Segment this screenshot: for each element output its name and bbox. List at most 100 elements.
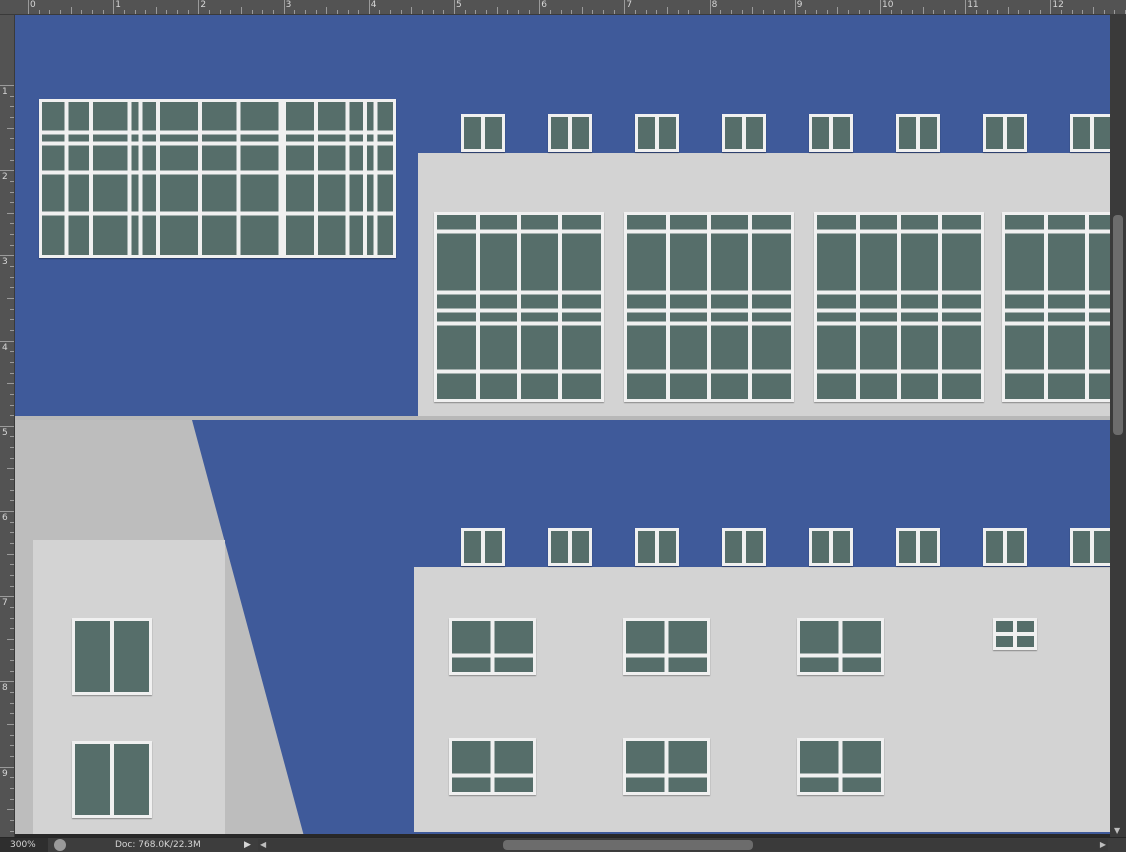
small-clerestory-window — [983, 114, 1027, 152]
left-ruler-tick — [10, 351, 14, 353]
upper-grid-window — [434, 212, 604, 402]
left-ruler-tick — [0, 170, 14, 172]
left-ruler-tick — [10, 148, 14, 150]
top-ruler-tick — [848, 10, 850, 14]
scroll-left-icon[interactable]: ◀ — [260, 841, 266, 849]
lower-window — [449, 618, 536, 675]
top-ruler-tick — [880, 0, 881, 14]
top-ruler-label: 7 — [626, 0, 633, 10]
top-ruler-tick — [454, 0, 455, 14]
top-ruler-tick — [379, 10, 381, 14]
top-ruler-tick — [70, 7, 72, 14]
top-ruler-tick — [816, 10, 818, 14]
zoom-level[interactable]: 300% — [0, 838, 48, 852]
top-ruler-tick — [443, 10, 445, 14]
left-ruler-tick — [10, 202, 14, 204]
left-ruler-tick — [10, 404, 14, 406]
small-clerestory-window — [548, 114, 592, 152]
top-ruler-tick — [198, 0, 200, 14]
top-ruler-label: 8 — [711, 0, 718, 10]
left-ruler-tick — [10, 606, 14, 608]
left-ruler[interactable]: 1 2 3 4 5 6 7 8 9 — [0, 15, 15, 843]
small-clerestory-window — [896, 114, 940, 152]
top-ruler-tick — [134, 10, 136, 14]
lower-window — [623, 618, 710, 675]
small-clerestory-window — [809, 528, 853, 566]
top-ruler-tick — [155, 7, 157, 14]
top-ruler-tick — [422, 10, 424, 14]
left-ruler-tick — [7, 383, 14, 385]
top-ruler-tick — [400, 10, 402, 14]
top-ruler-tick — [571, 10, 573, 14]
lower-window — [449, 738, 536, 795]
vertical-scroll-thumb[interactable] — [1113, 215, 1123, 435]
top-ruler-tick — [901, 10, 903, 14]
top-ruler-tick — [1071, 10, 1073, 14]
left-ruler-tick — [0, 340, 14, 342]
left-ruler-tick — [7, 553, 14, 555]
left-ruler-label: 8 — [2, 683, 8, 694]
top-ruler-tick — [91, 10, 93, 14]
doc-info: Doc: 768.0K/22.3M — [115, 840, 201, 850]
left-ruler-label: 5 — [2, 427, 8, 438]
top-ruler-tick — [1018, 10, 1020, 14]
small-clerestory-window — [983, 528, 1027, 566]
left-ruler-tick — [10, 106, 14, 108]
lower-window — [797, 618, 884, 675]
top-ruler-label: 11 — [967, 0, 979, 10]
left-ruler-tick — [10, 542, 14, 544]
top-ruler-tick — [336, 10, 338, 14]
top-ruler-tick — [986, 10, 988, 14]
left-ruler-tick — [10, 745, 14, 747]
top-ruler-tick — [677, 10, 679, 14]
left-ruler-tick — [10, 798, 14, 800]
left-ruler-tick — [10, 95, 14, 97]
horizontal-scroll-thumb[interactable] — [503, 840, 753, 850]
document-canvas[interactable] — [15, 15, 1110, 834]
left-ruler-label: 3 — [2, 257, 8, 268]
small-clerestory-window — [548, 528, 592, 566]
top-ruler-label: 10 — [882, 0, 894, 10]
horizontal-scrollbar[interactable]: ◀ ▶ — [258, 839, 1108, 851]
document-status-icon[interactable] — [54, 839, 66, 851]
top-ruler[interactable]: 0 1 2 3 4 5 6 7 8 9 10 11 12 — [0, 0, 1126, 15]
top-ruler-tick — [49, 10, 51, 14]
top-ruler-tick — [283, 0, 285, 14]
left-ruler-tick — [7, 212, 14, 214]
left-ruler-tick — [10, 319, 14, 321]
left-ruler-tick — [10, 692, 14, 694]
small-clerestory-window — [809, 114, 853, 152]
left-ruler-label: 7 — [2, 598, 8, 609]
vertical-scrollbar[interactable]: ▼ — [1110, 15, 1126, 837]
left-ruler-tick — [10, 830, 14, 832]
top-ruler-tick — [698, 10, 700, 14]
top-ruler-tick — [635, 10, 637, 14]
top-ruler-tick — [28, 0, 29, 14]
upper-grid-window — [1002, 212, 1110, 402]
top-ruler-tick — [123, 10, 125, 14]
play-arrow-icon[interactable]: ▶ — [244, 838, 251, 852]
top-ruler-label: 4 — [370, 0, 377, 10]
scroll-down-icon[interactable]: ▼ — [1114, 827, 1120, 835]
top-ruler-tick — [645, 10, 647, 14]
scroll-right-icon[interactable]: ▶ — [1100, 841, 1106, 849]
top-ruler-tick — [272, 10, 274, 14]
left-ruler-label: 9 — [2, 768, 8, 779]
left-ruler-tick — [10, 159, 14, 161]
small-clerestory-window — [1070, 528, 1110, 566]
top-ruler-tick — [826, 10, 828, 14]
top-ruler-label: 0 — [30, 0, 36, 10]
status-bar: 300% Doc: 768.0K/22.3M ▶ ◀ ▶ — [0, 837, 1126, 852]
left-ruler-tick — [0, 255, 14, 257]
upper-grid-window — [624, 212, 794, 402]
top-ruler-tick — [177, 10, 179, 14]
left-ruler-tick — [10, 819, 14, 821]
left-ruler-tick — [10, 564, 14, 566]
top-ruler-tick — [315, 10, 317, 14]
top-ruler-tick — [688, 10, 690, 14]
top-ruler-tick — [432, 10, 434, 14]
left-ruler-tick — [10, 777, 14, 779]
top-ruler-tick — [784, 10, 786, 14]
left-ruler-tick — [10, 670, 14, 672]
top-ruler-tick — [517, 10, 519, 14]
